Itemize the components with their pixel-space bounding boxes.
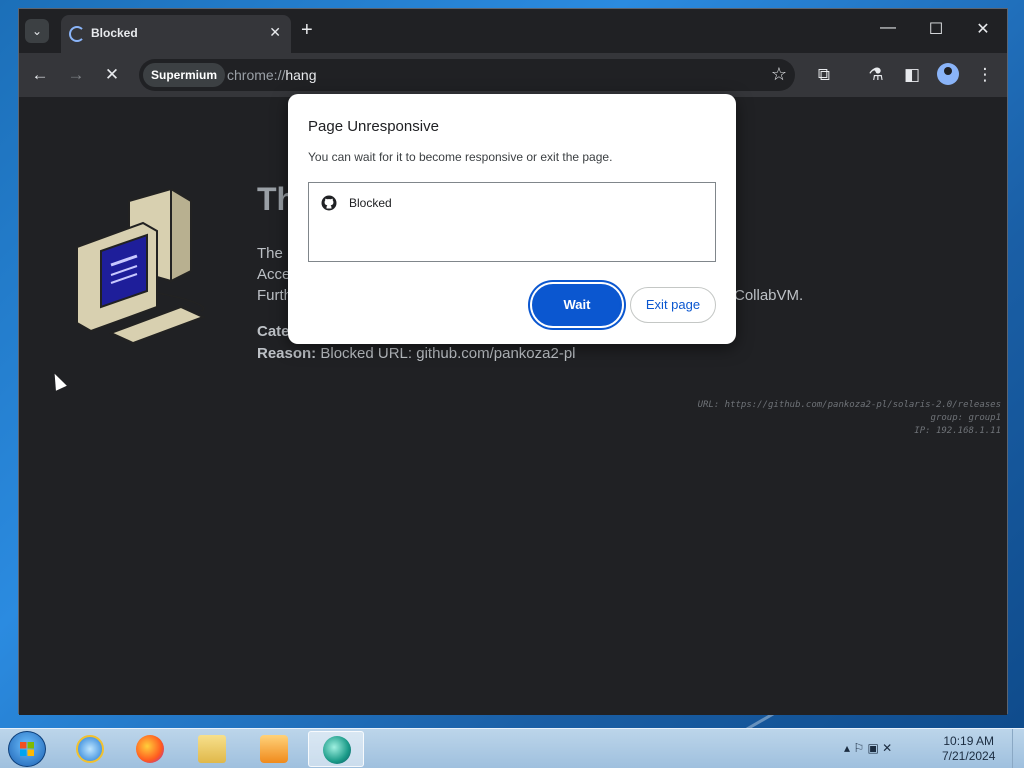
meta-url: URL: https://github.com/pankoza2-pl/sola… (697, 400, 1001, 410)
tab-search-button[interactable]: ⌄ (25, 19, 49, 43)
labs-flask-icon[interactable]: ⚗ (865, 65, 887, 85)
maximize-button[interactable]: ☐ (925, 19, 947, 39)
browser-menu-icon[interactable]: ⋮ (974, 65, 996, 85)
supermium-icon (323, 736, 351, 764)
tab-strip: ⌄ Blocked ✕ + — ☐ ✕ (19, 9, 1007, 53)
tab-title: Blocked (91, 26, 138, 40)
bookmark-star-icon[interactable]: ☆ (771, 64, 787, 85)
url-text[interactable]: chrome://hang (227, 67, 317, 83)
start-button[interactable] (8, 731, 46, 767)
system-clock[interactable]: 10:19 AM 7/21/2024 (942, 734, 995, 764)
minimize-button[interactable]: — (877, 19, 899, 37)
github-icon (321, 195, 337, 211)
description-line: Acce (257, 266, 291, 283)
taskbar-firefox[interactable] (122, 731, 178, 767)
taskbar-media-player[interactable] (246, 731, 302, 767)
browser-name-chip[interactable]: Supermium (143, 63, 226, 87)
back-button[interactable]: ← (29, 65, 51, 85)
forward-button[interactable]: → (65, 65, 87, 85)
meta-group: group: group1 (930, 413, 1001, 423)
category-label: Cate (257, 323, 290, 340)
description-line: Furth (257, 287, 293, 304)
extensions-icon[interactable]: ⧉ (813, 65, 835, 85)
address-bar[interactable]: Supermium chrome://hang ☆ (139, 59, 795, 91)
system-tray-icons[interactable]: ▴ ⚐ ▣ ✕ (844, 741, 892, 755)
blocked-description: The Acce Furth (257, 243, 292, 306)
unresponsive-page-item: Blocked (349, 196, 392, 210)
firefox-icon (136, 735, 164, 763)
block-metadata: URL: https://github.com/pankoza2-pl/sola… (698, 399, 1001, 438)
unresponsive-pages-list: Blocked (308, 182, 716, 262)
dialog-title: Page Unresponsive (308, 118, 439, 135)
folder-icon (198, 735, 226, 763)
page-unresponsive-dialog: Page Unresponsive You can wait for it to… (288, 94, 736, 344)
show-desktop-button[interactable] (1012, 729, 1024, 768)
taskbar-file-explorer[interactable] (184, 731, 240, 767)
internet-explorer-icon (76, 735, 104, 763)
dialog-subtitle: You can wait for it to become responsive… (308, 150, 613, 164)
reason-label: Reason: (257, 345, 317, 362)
side-panel-icon[interactable]: ◧ (901, 65, 923, 85)
url-host: hang (285, 67, 317, 83)
taskbar: ▴ ⚐ ▣ ✕ 10:19 AM 7/21/2024 (0, 728, 1024, 768)
description-line: The (257, 245, 283, 262)
wait-button[interactable]: Wait (532, 284, 622, 326)
close-window-button[interactable]: ✕ (972, 19, 994, 39)
profile-avatar-icon[interactable] (937, 63, 959, 85)
taskbar-internet-explorer[interactable] (62, 731, 118, 767)
reason-value: Blocked URL: github.com/pankoza2-pl (316, 345, 576, 362)
exit-page-button[interactable]: Exit page (630, 287, 716, 323)
media-player-icon (260, 735, 288, 763)
new-tab-button[interactable]: + (301, 19, 313, 41)
clock-date: 7/21/2024 (942, 749, 996, 763)
windows-logo-icon (20, 742, 34, 756)
tab-close-icon[interactable]: ✕ (269, 24, 281, 41)
stop-button[interactable]: ✕ (101, 65, 123, 85)
reason-line: Reason: Blocked URL: github.com/pankoza2… (257, 345, 576, 362)
tab-blocked[interactable]: Blocked ✕ (61, 15, 291, 53)
browser-toolbar: ← → ✕ Supermium chrome://hang ☆ ⧉ ⚗ ◧ ⋮ (19, 53, 1007, 97)
url-scheme: chrome:// (227, 67, 286, 83)
loading-spinner-icon (69, 26, 85, 42)
meta-ip: IP: 192.168.1.11 (914, 426, 1001, 436)
clock-time: 10:19 AM (943, 734, 995, 748)
computer-illustration-icon (76, 189, 206, 345)
taskbar-supermium[interactable] (308, 731, 364, 767)
